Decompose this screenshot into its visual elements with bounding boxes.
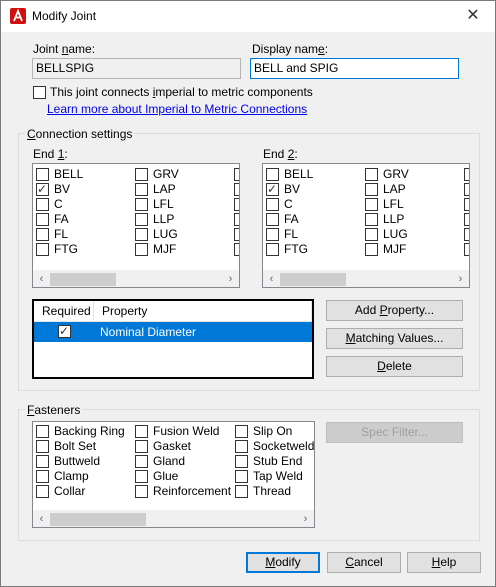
fasteners-title: Fasteners	[25, 403, 83, 417]
end2-label: End 2:	[263, 147, 298, 161]
modify-button[interactable]: Modify	[246, 552, 320, 573]
scroll-left-icon[interactable]: ‹	[263, 271, 280, 287]
fasteners-scroll-thumb[interactable]	[50, 513, 146, 526]
properties-grid[interactable]: Required Property ✓ Nominal Diameter	[32, 299, 314, 379]
required-checkbox[interactable]: ✓	[58, 324, 71, 338]
autocad-logo-icon	[10, 8, 26, 24]
delete-button[interactable]: Delete	[326, 356, 463, 377]
scroll-left-icon[interactable]: ‹	[33, 511, 50, 527]
fastener-socketweld[interactable]: Socketweld	[235, 439, 314, 454]
end2-scroll-thumb[interactable]	[280, 273, 346, 286]
fastener-reinforcement-ring[interactable]: Reinforcement Ring	[135, 484, 234, 499]
add-property-button[interactable]: Add Property...	[326, 300, 463, 321]
end1-clipped-checkbox	[234, 228, 239, 241]
help-button[interactable]: Help	[407, 552, 481, 573]
end1-clipped-checkbox	[234, 198, 239, 211]
learn-more-link[interactable]: Learn more about Imperial to Metric Conn…	[47, 102, 307, 116]
check-icon: ✓	[59, 324, 70, 338]
end2-listbox[interactable]: BELL ✓ BV C FA FL FTG GRV LAP LFL LLP LUG…	[262, 163, 470, 288]
end2-clipped-checkbox	[464, 168, 469, 181]
property-name: Nominal Diameter	[100, 325, 197, 339]
scroll-right-icon[interactable]: ›	[222, 271, 239, 287]
fasteners-listbox[interactable]: Backing Ring Bolt Set Buttweld Clamp Col…	[32, 421, 315, 528]
end2-clipped-checkbox	[464, 213, 469, 226]
scroll-right-icon[interactable]: ›	[452, 271, 469, 287]
matching-values-button[interactable]: Matching Values...	[326, 328, 463, 349]
end1-label: End 1:	[33, 147, 68, 161]
scroll-left-icon[interactable]: ‹	[33, 271, 50, 287]
end1-hscrollbar[interactable]: ‹ ›	[33, 270, 239, 287]
display-name-label: Display name:	[252, 42, 329, 56]
column-header-required[interactable]: Required	[34, 301, 94, 322]
end2-hscrollbar[interactable]: ‹ ›	[263, 270, 469, 287]
check-icon: ✓	[267, 182, 278, 196]
scroll-right-icon[interactable]: ›	[297, 511, 314, 527]
connection-settings-title: Connection settings	[25, 127, 135, 141]
joint-name-field[interactable]: BELLSPIG	[32, 58, 241, 79]
end2-clipped-checkbox	[464, 198, 469, 211]
check-icon: ✓	[37, 182, 48, 196]
end1-listbox[interactable]: BELL ✓ BV C FA FL FTG GRV LAP LFL LLP LUG…	[32, 163, 240, 288]
end1-clipped-checkbox	[234, 183, 239, 196]
end1-clipped-checkbox	[234, 168, 239, 181]
spec-filter-button[interactable]: Spec Filter...	[326, 422, 463, 443]
modify-joint-dialog: Modify Joint ✕ Joint name: BELLSPIG Disp…	[0, 0, 496, 587]
display-name-field[interactable]: BELL and SPIG	[250, 58, 459, 79]
joint-name-label: Joint name:	[33, 42, 96, 56]
end1-scroll-thumb[interactable]	[50, 273, 116, 286]
title-bar: Modify Joint ✕	[1, 1, 495, 32]
metric-checkbox-label: This joint connects imperial to metric c…	[50, 85, 313, 99]
end1-clipped-checkbox	[234, 243, 239, 256]
metric-checkbox[interactable]	[33, 86, 46, 99]
column-header-property[interactable]: Property	[94, 301, 312, 322]
end2-clipped-checkbox	[464, 243, 469, 256]
end2-clipped-checkbox	[464, 183, 469, 196]
cancel-button[interactable]: Cancel	[327, 552, 401, 573]
fasteners-hscrollbar[interactable]: ‹ ›	[33, 510, 314, 527]
close-icon[interactable]: ✕	[461, 5, 485, 27]
table-row[interactable]: ✓ Nominal Diameter	[34, 322, 312, 342]
end2-clipped-checkbox	[464, 228, 469, 241]
end1-clipped-checkbox	[234, 213, 239, 226]
window-title: Modify Joint	[32, 9, 97, 23]
